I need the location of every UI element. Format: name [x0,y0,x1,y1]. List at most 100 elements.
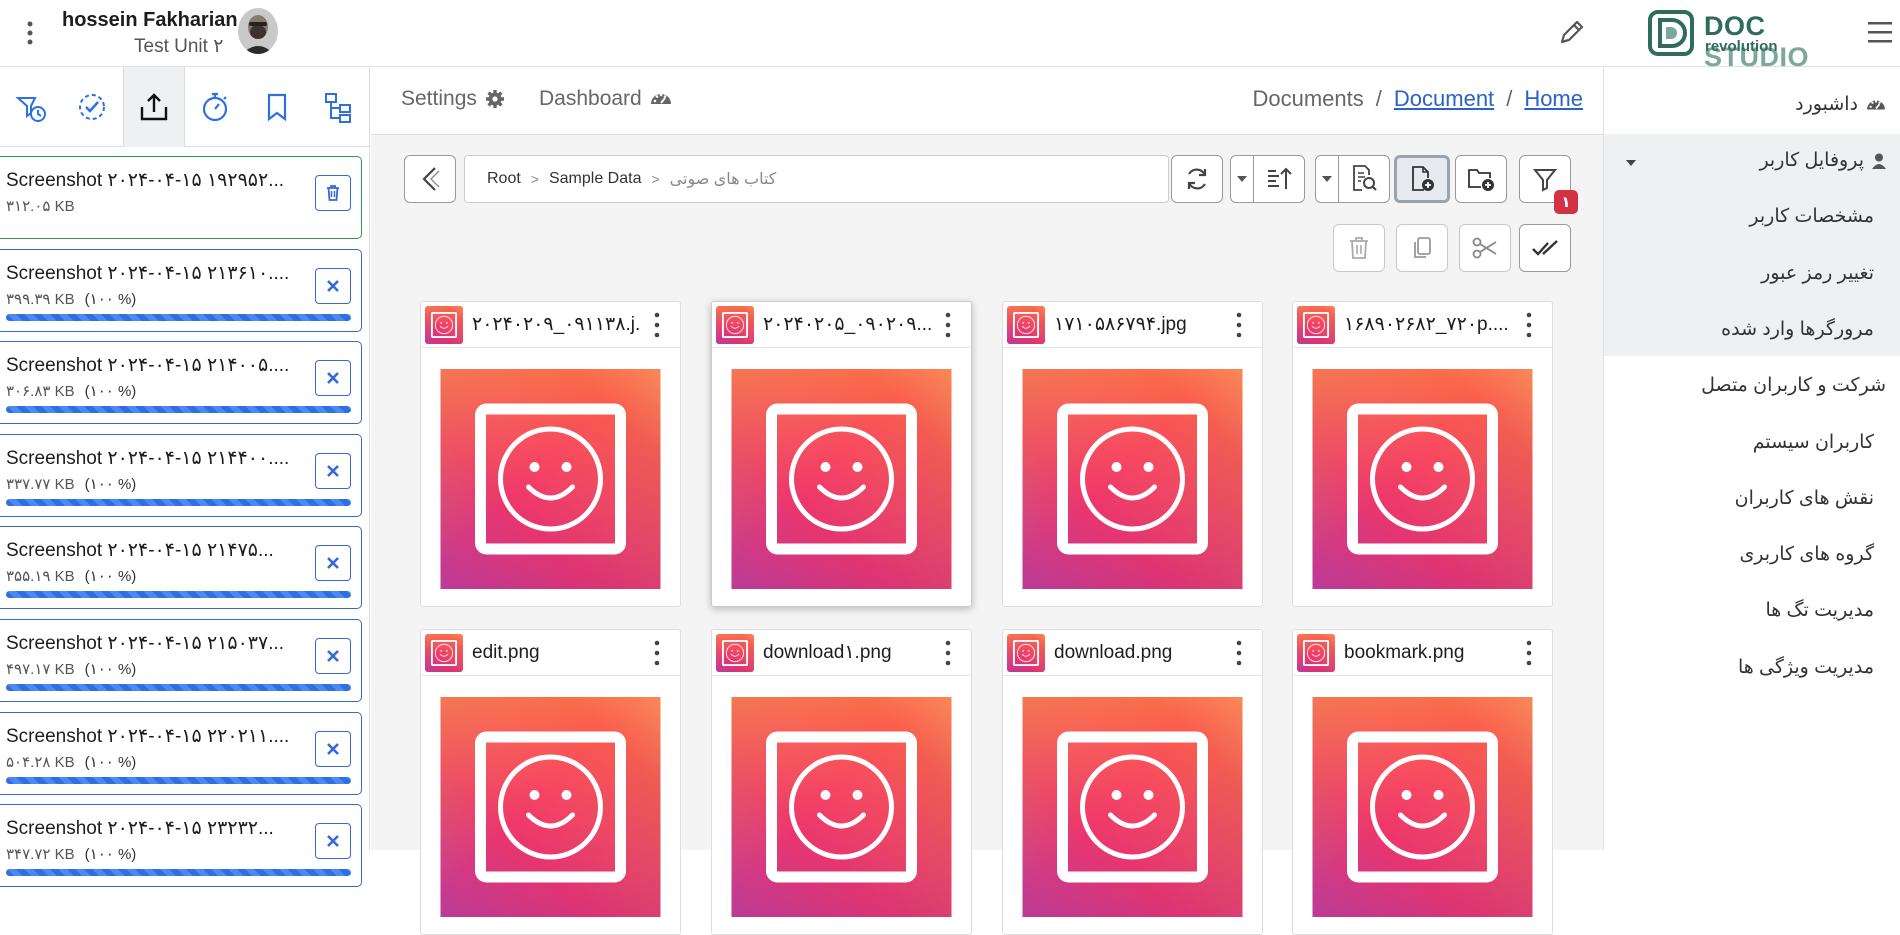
cancel-upload-button[interactable] [315,637,351,674]
sidebar-item-tags[interactable]: مدیریت تگ ها [1765,599,1874,622]
sort-icon [1268,167,1292,189]
search-document-button[interactable] [1338,155,1390,203]
scissors-icon [1472,237,1497,259]
file-thumbnail [425,306,463,344]
sidebar: داشبورد پروفایل کاربر مشخصات کاربر تغییر… [1603,67,1900,850]
file-card[interactable]: download.png [1002,629,1263,935]
close-icon [327,835,339,848]
upload-list: Screenshot ۲۰۲۴-۰۴-۱۵ ۱۹۲۹۵۲... ۳۱۲.۰۵ K… [0,156,362,897]
upload-item: Screenshot ۲۰۲۴-۰۴-۱۵ ۲۱۴۷۵... ۳۵۵.۱۹ KB… [0,526,362,610]
upload-file-size: ۴۹۷.۱۷ KB (۱۰۰ %) [6,660,137,678]
main-header: Settings Dashboard Documents / Document … [371,67,1603,135]
tab-timer[interactable] [185,67,247,147]
cancel-upload-button[interactable] [315,545,351,582]
user-unit: Test Unit ۲ [134,36,224,57]
hamburger-menu-icon[interactable] [1866,18,1894,46]
new-file-button[interactable] [1394,155,1450,203]
more-vert-icon[interactable] [1524,640,1534,666]
path-sample-data[interactable]: Sample Data [549,170,642,188]
sidebar-item-user-info[interactable]: مشخصات کاربر [1749,205,1874,228]
upload-item: Screenshot ۲۰۲۴-۰۴-۱۵ ۲۱۴۴۰۰.... ۳۳۷.۷۷ … [0,433,362,517]
refresh-button[interactable] [1171,155,1223,203]
upload-progress-bar [6,869,351,877]
search-dropdown-toggle[interactable] [1315,155,1339,203]
upload-item: Screenshot ۲۰۲۴-۰۴-۱۵ ۱۹۲۹۵۲... ۳۱۲.۰۵ K… [0,156,362,239]
more-vert-icon[interactable] [1524,312,1534,338]
more-vert-icon[interactable] [1234,312,1244,338]
more-vert-icon[interactable] [943,640,953,666]
tab-tree[interactable] [308,67,370,147]
file-card[interactable]: ۲۰۲۴۰۲۰۵_۰۹۰۲۰۹.... [711,301,972,607]
sidebar-item-user-groups[interactable]: گروه های کاربری [1739,543,1874,566]
more-vert-icon[interactable] [943,312,953,338]
sidebar-item-label: داشبورد [1795,94,1858,115]
cancel-upload-button[interactable] [315,267,351,304]
sidebar-item-change-password[interactable]: تغییر رمز عبور [1761,262,1874,285]
delete-upload-button[interactable] [315,175,351,211]
sort-dropdown-toggle[interactable] [1230,155,1254,203]
tab-history[interactable] [0,67,62,147]
more-vert-icon[interactable] [18,16,42,50]
upload-item: Screenshot ۲۰۲۴-۰۴-۱۵ ۲۱۴۰۰۵.... ۳۰۶.۸۳ … [0,341,362,425]
file-name: ۱۷۱۰۵۸۶۷۹۴.jpg [1054,314,1187,335]
path-root[interactable]: Root [487,170,521,188]
more-vert-icon[interactable] [652,640,662,666]
file-card[interactable]: ۲۰۲۴۰۲۰۹_۰۹۱۱۳۸.j... [420,301,681,607]
back-button[interactable] [404,155,456,203]
upload-item: Screenshot ۲۰۲۴-۰۴-۱۵ ۲۲۰۲۱۱.... ۵۰۴.۲۸ … [0,711,362,795]
caret-down-icon[interactable] [1625,159,1637,167]
cancel-upload-button[interactable] [315,823,351,860]
file-thumbnail [1007,306,1045,344]
upload-progress-bar [6,776,351,784]
file-preview-image [440,369,661,589]
double-check-icon [1532,240,1558,256]
sidebar-item-user-roles[interactable]: نقش های کاربران [1735,487,1874,510]
sidebar-item-company[interactable]: شرکت و کاربران متصل [1701,374,1886,397]
edit-pencil-icon[interactable] [1556,14,1586,48]
sidebar-item-dashboard[interactable]: داشبورد [1795,93,1886,116]
sidebar-item-label: پروفایل کاربر [1759,150,1864,171]
panel-tabs [0,67,369,147]
cut-button[interactable] [1459,224,1511,272]
cancel-upload-button[interactable] [315,360,351,397]
file-card[interactable]: edit.png [420,629,681,935]
upload-file-name: Screenshot ۲۰۲۴-۰۴-۱۵ ۲۱۴۷۵... [6,540,274,562]
upload-file-size: ۵۰۴.۲۸ KB (۱۰۰ %) [6,753,137,771]
breadcrumb-home-link[interactable]: Home [1524,86,1583,112]
upload-panel: Screenshot ۲۰۲۴-۰۴-۱۵ ۱۹۲۹۵۲... ۳۱۲.۰۵ K… [0,67,370,888]
file-thumbnail [716,306,754,344]
tab-settings[interactable]: Settings [401,87,505,111]
new-folder-button[interactable] [1455,155,1507,203]
more-vert-icon[interactable] [1234,640,1244,666]
breadcrumb-document-link[interactable]: Document [1394,86,1494,112]
sidebar-item-browsers[interactable]: مرورگرها وارد شده [1721,318,1874,341]
avatar[interactable] [238,8,278,54]
sidebar-item-profile[interactable]: پروفایل کاربر [1759,149,1886,172]
sidebar-item-system-users[interactable]: کاربران سیستم [1753,431,1874,454]
upload-progress-bar [6,498,351,506]
cancel-upload-button[interactable] [315,452,351,489]
more-vert-icon[interactable] [652,312,662,338]
folder-add-icon [1468,169,1494,191]
upload-file-size: ۳۰۶.۸۳ KB (۱۰۰ %) [6,383,137,401]
path-current: کتاب های صوتی [669,171,777,188]
upload-file-size: ۳۵۵.۱۹ KB (۱۰۰ %) [6,568,137,586]
sidebar-item-attributes[interactable]: مدیریت ویژگی ها [1738,656,1874,679]
cancel-upload-button[interactable] [315,730,351,767]
file-add-icon [1412,166,1434,191]
file-card[interactable]: bookmark.png [1292,629,1553,935]
file-preview-image [1312,697,1533,917]
tab-completed[interactable] [62,67,124,147]
tab-bookmarks[interactable] [246,67,308,147]
select-all-button[interactable] [1519,224,1571,272]
user-icon [1872,153,1886,169]
tab-upload[interactable] [123,67,185,147]
delete-button[interactable] [1333,224,1385,272]
copy-button[interactable] [1396,224,1448,272]
file-card[interactable]: ۱۷۱۰۵۸۶۷۹۴.jpg [1002,301,1263,607]
file-card[interactable]: download۱.png [711,629,972,935]
file-card[interactable]: ۱۶۸۹۰۲۶۸۲_۷۲۰p.... [1292,301,1553,607]
close-icon [327,557,339,570]
tab-dashboard[interactable]: Dashboard [539,87,672,111]
sort-button[interactable] [1253,155,1305,203]
